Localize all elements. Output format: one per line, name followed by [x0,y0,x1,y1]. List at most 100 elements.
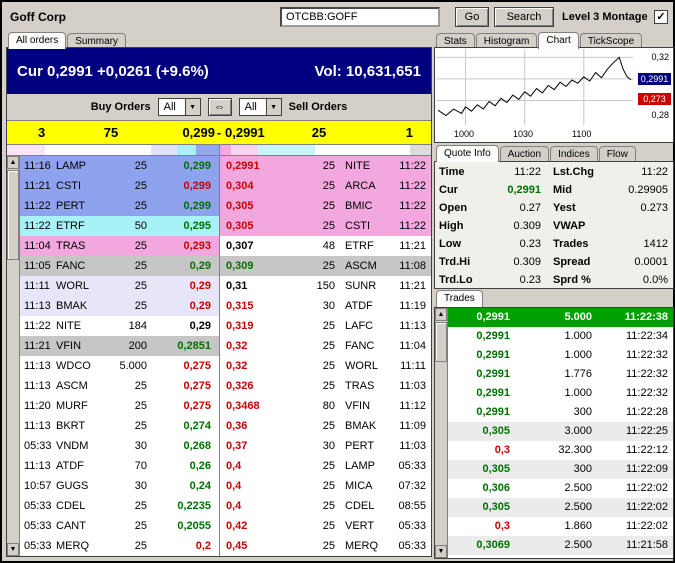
ask-time: 07:32 [398,480,426,492]
ask-row[interactable]: 0,305 25 CSTI 11:22 [220,216,431,236]
scroll-up-icon[interactable]: ▲ [7,156,19,169]
search-button[interactable]: Search [494,7,554,27]
ask-row[interactable]: 0,326 25 TRAS 11:03 [220,376,431,396]
quote-label: Trd.Hi [439,256,471,268]
bid-row[interactable]: 11:22 NITE 184 0,29 [20,316,219,336]
best-ask-price: 0,2991 [225,125,265,140]
bid-time: 11:21 [24,180,51,192]
ask-row[interactable]: 0,4 25 LAMP 05:33 [220,456,431,476]
bid-mpid: MURF [56,400,88,412]
ask-row[interactable]: 0,45 25 MERQ 05:33 [220,536,431,556]
ask-price: 0,42 [226,520,248,532]
ask-row[interactable]: 0,307 48 ETRF 11:21 [220,236,431,256]
bid-row[interactable]: 11:04 TRAS 25 0,293 [20,236,219,256]
bid-row[interactable]: 11:13 ATDF 70 0,26 [20,456,219,476]
ask-mpid: CSTI [345,220,371,232]
bid-row[interactable]: 05:33 CANT 25 0,2055 [20,516,219,536]
tab-chart[interactable]: Chart [538,32,579,49]
bid-price: 0,2851 [177,340,211,352]
quote-info-row: Trd.Hi 0.309 Spread 0.0001 [435,253,673,271]
buy-filter-select[interactable]: All ▼ [157,98,201,116]
ask-row[interactable]: 0,315 30 ATDF 11:19 [220,296,431,316]
ask-row[interactable]: 0,32 25 FANC 11:04 [220,336,431,356]
ask-time: 05:33 [398,540,426,552]
ask-row[interactable]: 0,3468 80 VFIN 11:12 [220,396,431,416]
ask-row[interactable]: 0,309 25 ASCM 11:08 [220,256,431,276]
tab-quote-info[interactable]: Quote Info [436,145,499,162]
ask-row[interactable]: 0,31 150 SUNR 11:21 [220,276,431,296]
bid-time: 11:20 [24,400,51,412]
ask-row[interactable]: 0,304 25 ARCA 11:22 [220,176,431,196]
tab-trades[interactable]: Trades [436,290,483,307]
ask-time: 11:13 [399,320,426,332]
bid-row[interactable]: 11:22 PERT 25 0,299 [20,196,219,216]
bid-price: 0,274 [183,420,211,432]
trade-row: 0,2991 1.000 11:22:32 [448,384,673,403]
ask-row[interactable]: 0,4 25 CDEL 08:55 [220,496,431,516]
tab-flow[interactable]: Flow [598,146,636,162]
bid-row[interactable]: 11:13 WDCO 5.000 0,275 [20,356,219,376]
scroll-down-icon[interactable]: ▼ [435,545,447,558]
bid-row[interactable]: 11:20 MURF 25 0,275 [20,396,219,416]
ask-size: 150 [316,280,335,292]
bid-mpid: ATDF [56,460,84,472]
bid-price: 0,275 [183,380,211,392]
scroll-down-icon[interactable]: ▼ [7,543,19,556]
tab-all-orders[interactable]: All orders [8,32,67,49]
ask-row[interactable]: 0,32 25 WORL 11:11 [220,356,431,376]
bid-price: 0,268 [183,440,211,452]
ask-row[interactable]: 0,36 25 BMAK 11:09 [220,416,431,436]
bid-time: 05:33 [24,440,52,452]
ask-row[interactable]: 0,4 25 MICA 07:32 [220,476,431,496]
bid-rows: 11:16 LAMP 25 0,299 11:21 CSTI 25 0,299 11:22 PER… [20,156,219,556]
sell-filter-select[interactable]: All ▼ [238,98,282,116]
ask-size: 25 [322,420,335,432]
ask-row[interactable]: 0,2991 25 NITE 11:22 [220,156,431,176]
tab-auction[interactable]: Auction [499,146,550,162]
trade-price: 0,2991 [476,387,510,399]
trades-scrollbar-thumb[interactable] [435,322,447,362]
book-scrollbar-thumb[interactable] [7,170,19,260]
bid-row[interactable]: 11:22 ETRF 50 0,295 [20,216,219,236]
ask-row[interactable]: 0,319 25 LAFC 11:13 [220,316,431,336]
ask-price: 0,326 [226,380,254,392]
bid-row[interactable]: 11:13 BMAK 25 0,29 [20,296,219,316]
trade-price: 0,305 [482,425,510,437]
bid-row[interactable]: 11:21 VFIN 200 0,2851 [20,336,219,356]
bid-row[interactable]: 11:21 CSTI 25 0,299 [20,176,219,196]
bid-price: 0,2 [195,540,211,552]
bid-size: 30 [134,480,147,492]
scroll-up-icon[interactable]: ▲ [435,308,447,321]
bid-row[interactable]: 11:13 BKRT 25 0,274 [20,416,219,436]
trade-size: 300 [573,463,592,475]
bid-row[interactable]: 11:13 ASCM 25 0,275 [20,376,219,396]
ask-time: 11:08 [399,260,426,272]
go-button[interactable]: Go [455,7,489,27]
bid-size: 25 [134,260,147,272]
tab-indices[interactable]: Indices [550,146,598,162]
book-scrollbar[interactable]: ▲ ▼ [7,156,20,556]
trade-price: 0,2991 [476,311,510,323]
link-filters-button[interactable]: ⇔ [207,98,232,116]
bid-row[interactable]: 05:33 CDEL 25 0,2235 [20,496,219,516]
ask-mpid: MICA [345,480,373,492]
ask-row[interactable]: 0,305 25 BMIC 11:22 [220,196,431,216]
chevron-down-icon[interactable]: ▼ [265,99,281,115]
level3-montage-checkbox[interactable]: ✓ [654,10,668,24]
bid-row[interactable]: 10:57 GUGS 30 0,24 [20,476,219,496]
bid-mpid: WDCO [56,360,91,372]
quote-info-row: High 0.309 VWAP [435,217,673,235]
ask-row[interactable]: 0,37 30 PERT 11:03 [220,436,431,456]
bid-row[interactable]: 11:16 LAMP 25 0,299 [20,156,219,176]
bid-row[interactable]: 05:33 VNDM 30 0,268 [20,436,219,456]
bid-row[interactable]: 11:11 WORL 25 0,29 [20,276,219,296]
ask-row[interactable]: 0,42 25 VERT 05:33 [220,516,431,536]
bid-row[interactable]: 05:33 MERQ 25 0,2 [20,536,219,556]
bid-time: 11:21 [24,340,51,352]
ask-price: 0,305 [226,220,254,232]
symbol-input[interactable] [280,7,440,27]
chevron-down-icon[interactable]: ▼ [184,99,200,115]
trades-scrollbar[interactable]: ▲ ▼ [435,308,448,558]
bid-time: 05:33 [24,540,52,552]
bid-row[interactable]: 11:05 FANC 25 0,29 [20,256,219,276]
